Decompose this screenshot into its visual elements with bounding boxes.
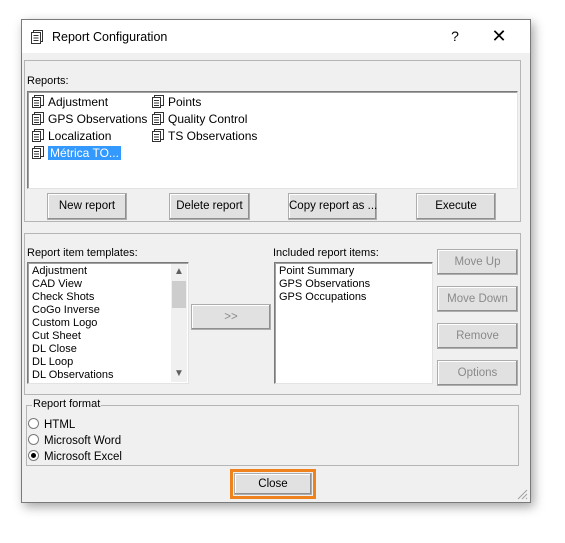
- radio-microsoft-excel[interactable]: Microsoft Excel: [28, 449, 122, 465]
- list-item[interactable]: Custom Logo: [29, 317, 169, 330]
- list-item[interactable]: DL Close: [29, 343, 169, 356]
- remove-button[interactable]: Remove: [437, 323, 518, 349]
- list-item[interactable]: DL Observations: [29, 369, 169, 382]
- report-format-label: Report format: [32, 398, 102, 410]
- included-items-list[interactable]: Point Summary GPS Observations GPS Occup…: [274, 262, 433, 384]
- list-item[interactable]: Localization: [32, 128, 111, 145]
- radio-button[interactable]: [28, 418, 39, 429]
- list-item[interactable]: DL Loop: [29, 356, 169, 369]
- resize-grip-icon[interactable]: [516, 488, 528, 500]
- templates-label: Report item templates:: [26, 247, 139, 259]
- radio-label: HTML: [44, 419, 76, 431]
- close-window-button[interactable]: ✕: [484, 20, 514, 53]
- report-icon: [32, 129, 44, 142]
- report-label: Métrica TO...: [48, 146, 121, 160]
- radio-label: Microsoft Word: [44, 435, 122, 447]
- list-item[interactable]: Point Summary: [276, 265, 370, 278]
- radio-label: Microsoft Excel: [44, 451, 122, 463]
- list-item[interactable]: Adjustment: [29, 265, 169, 278]
- report-label: GPS Observations: [48, 112, 148, 126]
- report-label: Adjustment: [48, 95, 109, 109]
- list-item[interactable]: Points: [152, 94, 201, 111]
- list-item[interactable]: Cut Sheet: [29, 330, 169, 343]
- title-bar: Report Configuration ? ✕: [22, 20, 530, 53]
- report-icon: [152, 112, 164, 125]
- delete-report-button[interactable]: Delete report: [169, 193, 250, 220]
- list-item[interactable]: GPS Observations: [32, 111, 147, 128]
- new-report-button[interactable]: New report: [47, 193, 127, 220]
- list-item-selected[interactable]: Métrica TO...: [32, 145, 121, 162]
- report-label: Localization: [48, 129, 112, 143]
- report-icon: [32, 95, 44, 108]
- report-icon: [32, 112, 44, 125]
- report-label: Quality Control: [168, 112, 248, 126]
- radio-microsoft-word[interactable]: Microsoft Word: [28, 433, 121, 449]
- report-icon: [152, 95, 164, 108]
- templates-list[interactable]: Adjustment CAD View Check Shots CoGo Inv…: [27, 262, 189, 384]
- list-item[interactable]: CoGo Inverse: [29, 304, 169, 317]
- report-configuration-dialog: Report Configuration ? ✕ Reports: Adjust…: [21, 19, 531, 503]
- close-button[interactable]: Close: [234, 473, 312, 495]
- list-item[interactable]: CAD View: [29, 278, 169, 291]
- add-item-button[interactable]: >>: [191, 304, 271, 330]
- window-title: Report Configuration: [52, 30, 168, 44]
- report-label: TS Observations: [168, 129, 258, 143]
- scroll-up-icon[interactable]: ▲: [171, 264, 187, 280]
- options-button[interactable]: Options: [437, 360, 518, 386]
- list-item[interactable]: Adjustment: [32, 94, 108, 111]
- list-item[interactable]: GPS Observations: [276, 278, 370, 291]
- list-item[interactable]: TS Observations: [152, 128, 257, 145]
- included-label: Included report items:: [272, 247, 380, 259]
- reports-label: Reports:: [26, 75, 70, 87]
- scroll-down-icon[interactable]: ▼: [171, 366, 187, 382]
- execute-button[interactable]: Execute: [416, 193, 496, 220]
- help-button[interactable]: ?: [440, 20, 470, 53]
- scroll-thumb[interactable]: [172, 281, 186, 308]
- report-label: Points: [168, 95, 202, 109]
- copy-report-as-button[interactable]: Copy report as ...: [288, 193, 377, 220]
- radio-html[interactable]: HTML: [28, 417, 75, 433]
- move-down-button[interactable]: Move Down: [437, 286, 518, 312]
- move-up-button[interactable]: Move Up: [437, 249, 518, 275]
- templates-scrollbar[interactable]: ▲ ▼: [171, 264, 187, 382]
- radio-button[interactable]: [28, 434, 39, 445]
- list-item[interactable]: Quality Control: [152, 111, 247, 128]
- report-icon: [32, 146, 44, 159]
- radio-button[interactable]: [28, 450, 39, 461]
- report-icon: [31, 30, 43, 44]
- list-item[interactable]: GPS Occupations: [276, 291, 370, 304]
- list-item[interactable]: Check Shots: [29, 291, 169, 304]
- reports-list[interactable]: Adjustment GPS Observations Localization…: [27, 91, 518, 189]
- report-icon: [152, 129, 164, 142]
